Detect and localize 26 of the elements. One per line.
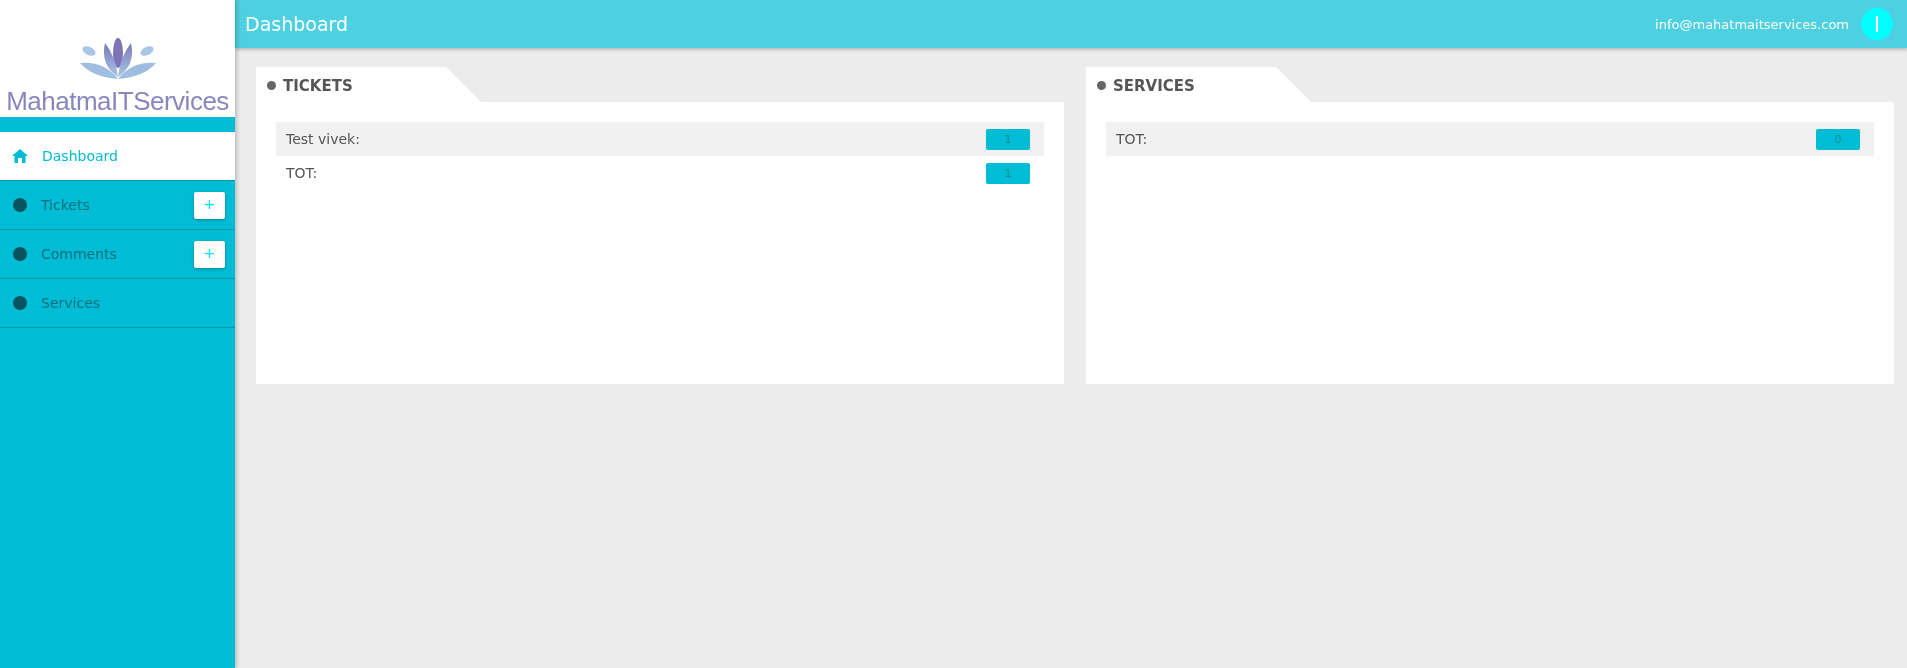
sidebar-item[interactable]: Dashboard <box>0 132 235 181</box>
sidebar-item-label: Tickets <box>41 197 91 213</box>
dot-icon <box>13 198 27 212</box>
row-label: TOT: <box>286 165 319 181</box>
page-title: Dashboard <box>245 13 350 35</box>
bullet-icon <box>1097 81 1106 90</box>
row-label: Test vivek: <box>286 131 361 147</box>
add-button[interactable]: + <box>194 191 225 219</box>
sidebar-item-label: Comments <box>41 246 118 262</box>
dot-icon <box>13 247 27 261</box>
bullet-icon <box>267 81 276 90</box>
count-badge: 1 <box>986 128 1030 150</box>
user-avatar[interactable]: I <box>1861 8 1893 40</box>
count-badge: 1 <box>986 162 1030 184</box>
sidebar-item[interactable]: Tickets + <box>0 181 235 230</box>
add-button[interactable]: + <box>194 240 225 268</box>
home-icon <box>12 149 28 163</box>
sidebar-item-label: Services <box>41 295 102 311</box>
row-label: TOT: <box>1116 131 1149 147</box>
dot-icon <box>13 296 27 310</box>
logo-text: MahatmaITServices <box>6 87 229 115</box>
card-title: TICKETS <box>283 76 353 95</box>
sidebar-item-label: Dashboard <box>42 148 119 164</box>
sidebar-item[interactable]: Comments + <box>0 230 235 279</box>
card-title: SERVICES <box>1113 76 1195 95</box>
user-email: info@mahatmaitservices.com <box>1655 16 1849 32</box>
